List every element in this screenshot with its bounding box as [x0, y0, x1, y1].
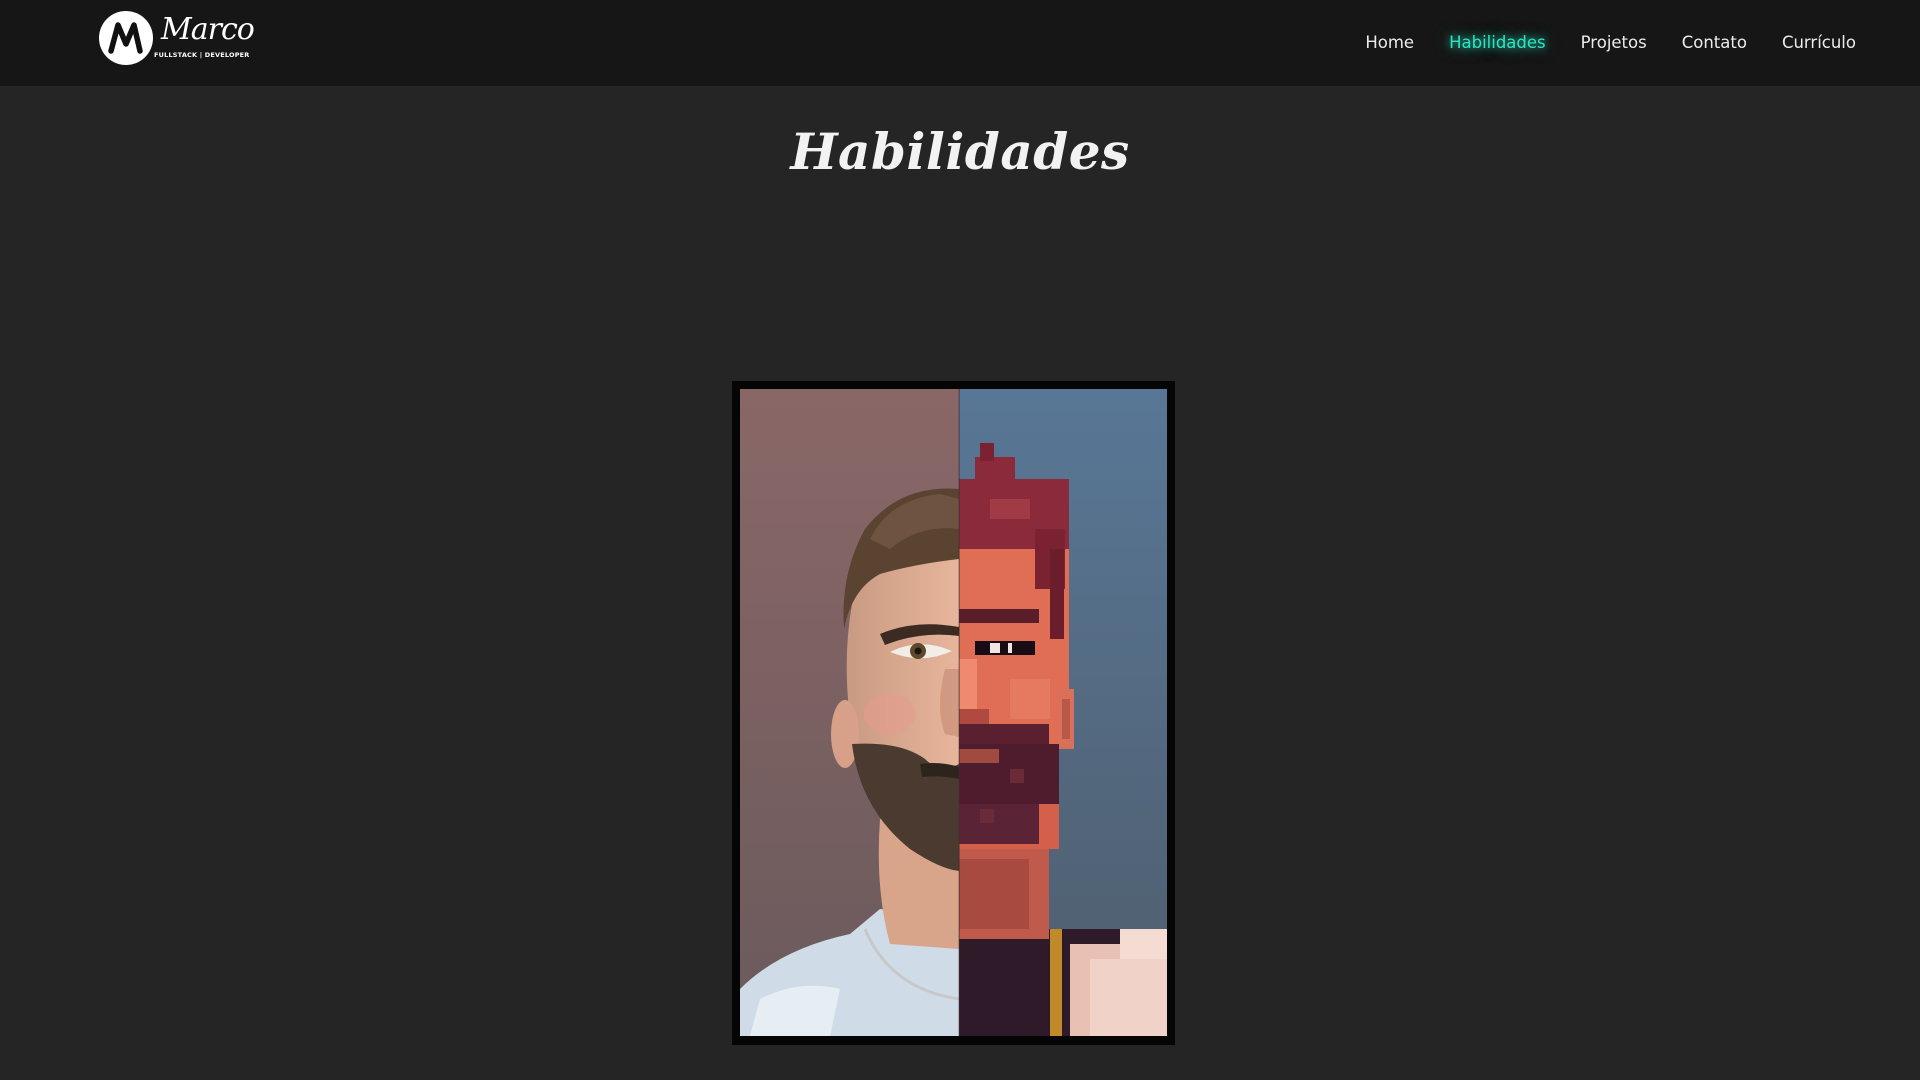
logo-name: Marco: [161, 12, 255, 47]
page-title: Habilidades: [790, 122, 1130, 181]
nav-projetos[interactable]: Projetos: [1581, 30, 1647, 56]
portrait-image: [740, 389, 1167, 1036]
site-header: Marco FULLSTACK | DEVELOPER Home Habilid…: [0, 0, 1920, 86]
nav-curriculo[interactable]: Currículo: [1782, 30, 1856, 56]
portrait-frame: [732, 381, 1175, 1045]
main-nav: Home Habilidades Projetos Contato Curríc…: [1330, 30, 1856, 56]
nav-home[interactable]: Home: [1365, 30, 1414, 56]
logo-tagline: FULLSTACK | DEVELOPER: [154, 51, 250, 59]
logo-monogram-icon: [99, 11, 153, 65]
logo[interactable]: Marco FULLSTACK | DEVELOPER: [99, 11, 255, 67]
nav-contato[interactable]: Contato: [1682, 30, 1747, 56]
nav-habilidades[interactable]: Habilidades: [1449, 30, 1546, 56]
